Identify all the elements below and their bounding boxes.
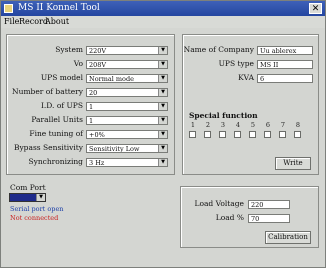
ups-type-field[interactable]: MS II bbox=[257, 60, 313, 69]
ups-model-select[interactable]: Normal mode ▼ bbox=[86, 74, 168, 83]
battery-value: 20 bbox=[89, 89, 98, 97]
parallel-value: 1 bbox=[89, 117, 94, 125]
load-panel: Load Voltage 220 Load % 70 Calibration bbox=[180, 186, 319, 248]
id-select[interactable]: 1 ▼ bbox=[86, 102, 168, 111]
connection-status: Not connected bbox=[10, 214, 59, 222]
function-number: 7 bbox=[280, 121, 286, 129]
write-button[interactable]: Write bbox=[275, 157, 311, 170]
title-bar: MS II Konnel Tool ✕ bbox=[1, 1, 325, 16]
close-icon[interactable]: ✕ bbox=[309, 3, 322, 14]
function-checkbox-8[interactable] bbox=[294, 131, 301, 138]
fine-tuning-value: +0% bbox=[89, 131, 105, 139]
battery-label: Number of battery bbox=[12, 87, 83, 96]
function-number: 5 bbox=[250, 121, 256, 129]
function-number: 3 bbox=[220, 121, 226, 129]
settings-panel: System 220V ▼ Vo 208V ▼ UPS model Normal m… bbox=[6, 34, 175, 175]
kva-label: KVA bbox=[238, 73, 254, 82]
com-port-select[interactable]: ▼ bbox=[9, 193, 46, 202]
system-label: System bbox=[55, 45, 83, 54]
function-number: 6 bbox=[265, 121, 271, 129]
sync-label: Synchronizing bbox=[28, 157, 83, 166]
function-checkbox-4[interactable] bbox=[234, 131, 241, 138]
menu-file[interactable]: File bbox=[4, 16, 19, 28]
chevron-down-icon: ▼ bbox=[158, 145, 167, 152]
chevron-down-icon: ▼ bbox=[158, 117, 167, 124]
function-number: 2 bbox=[205, 121, 211, 129]
function-checkbox-5[interactable] bbox=[249, 131, 256, 138]
menu-about[interactable]: About bbox=[45, 16, 69, 28]
vo-value: 208V bbox=[89, 61, 107, 69]
ups-model-label: UPS model bbox=[40, 73, 83, 82]
chevron-down-icon: ▼ bbox=[36, 194, 45, 201]
chevron-down-icon: ▼ bbox=[158, 131, 167, 138]
system-select[interactable]: 220V ▼ bbox=[86, 46, 168, 55]
id-label: I.D. of UPS bbox=[40, 101, 83, 110]
function-checkbox-6[interactable] bbox=[264, 131, 271, 138]
parallel-label: Parallel Units bbox=[31, 115, 83, 124]
function-checkbox-3[interactable] bbox=[219, 131, 226, 138]
chevron-down-icon: ▼ bbox=[158, 159, 167, 166]
menu-bar: File Record About bbox=[1, 16, 325, 28]
sync-value: 3 Hz bbox=[89, 159, 105, 167]
fine-tuning-label: Fine tuning of bbox=[29, 129, 83, 138]
company-label: Name of Company bbox=[183, 45, 254, 54]
id-value: 1 bbox=[89, 103, 94, 111]
bypass-select[interactable]: Sensitivity Low ▼ bbox=[86, 144, 168, 153]
load-voltage-label: Load Voltage bbox=[194, 199, 244, 208]
calibration-button[interactable]: Calibration bbox=[265, 231, 311, 244]
function-number: 8 bbox=[295, 121, 301, 129]
vo-select[interactable]: 208V ▼ bbox=[86, 60, 168, 69]
function-checkbox-2[interactable] bbox=[204, 131, 211, 138]
company-field[interactable]: Uu ablerex bbox=[257, 46, 313, 55]
load-voltage-field[interactable]: 220 bbox=[248, 200, 290, 209]
battery-select[interactable]: 20 ▼ bbox=[86, 88, 168, 97]
bypass-value: Sensitivity Low bbox=[89, 145, 140, 153]
window-title: MS II Konnel Tool bbox=[18, 3, 100, 13]
parallel-select[interactable]: 1 ▼ bbox=[86, 116, 168, 125]
function-checkbox-7[interactable] bbox=[279, 131, 286, 138]
fine-tuning-select[interactable]: +0% ▼ bbox=[86, 130, 168, 139]
chevron-down-icon: ▼ bbox=[158, 103, 167, 110]
sync-select[interactable]: 3 Hz ▼ bbox=[86, 158, 168, 167]
ups-model-value: Normal mode bbox=[89, 75, 134, 83]
chevron-down-icon: ▼ bbox=[158, 47, 167, 54]
info-panel: Name of Company Uu ablerex UPS type MS I… bbox=[182, 34, 319, 175]
kva-field[interactable]: 6 bbox=[257, 74, 313, 83]
ups-type-label: UPS type bbox=[218, 59, 254, 68]
load-percent-field[interactable]: 70 bbox=[248, 214, 290, 223]
app-icon bbox=[4, 4, 13, 13]
app-window: MS II Konnel Tool ✕ File Record About Sy… bbox=[0, 0, 326, 268]
function-number: 4 bbox=[235, 121, 241, 129]
serial-port-status: Serial port open bbox=[10, 205, 64, 213]
function-number: 1 bbox=[190, 121, 196, 129]
chevron-down-icon: ▼ bbox=[158, 89, 167, 96]
special-function-title: Special function bbox=[189, 111, 258, 120]
com-port-label: Com Port bbox=[10, 183, 46, 192]
function-checkbox-1[interactable] bbox=[189, 131, 196, 138]
bypass-label: Bypass Sensitivity bbox=[13, 143, 83, 152]
load-percent-label: Load % bbox=[215, 213, 244, 222]
menu-record[interactable]: Record bbox=[19, 16, 48, 28]
vo-label: Vo bbox=[73, 59, 83, 68]
chevron-down-icon: ▼ bbox=[158, 61, 167, 68]
system-value: 220V bbox=[89, 47, 107, 55]
chevron-down-icon: ▼ bbox=[158, 75, 167, 82]
